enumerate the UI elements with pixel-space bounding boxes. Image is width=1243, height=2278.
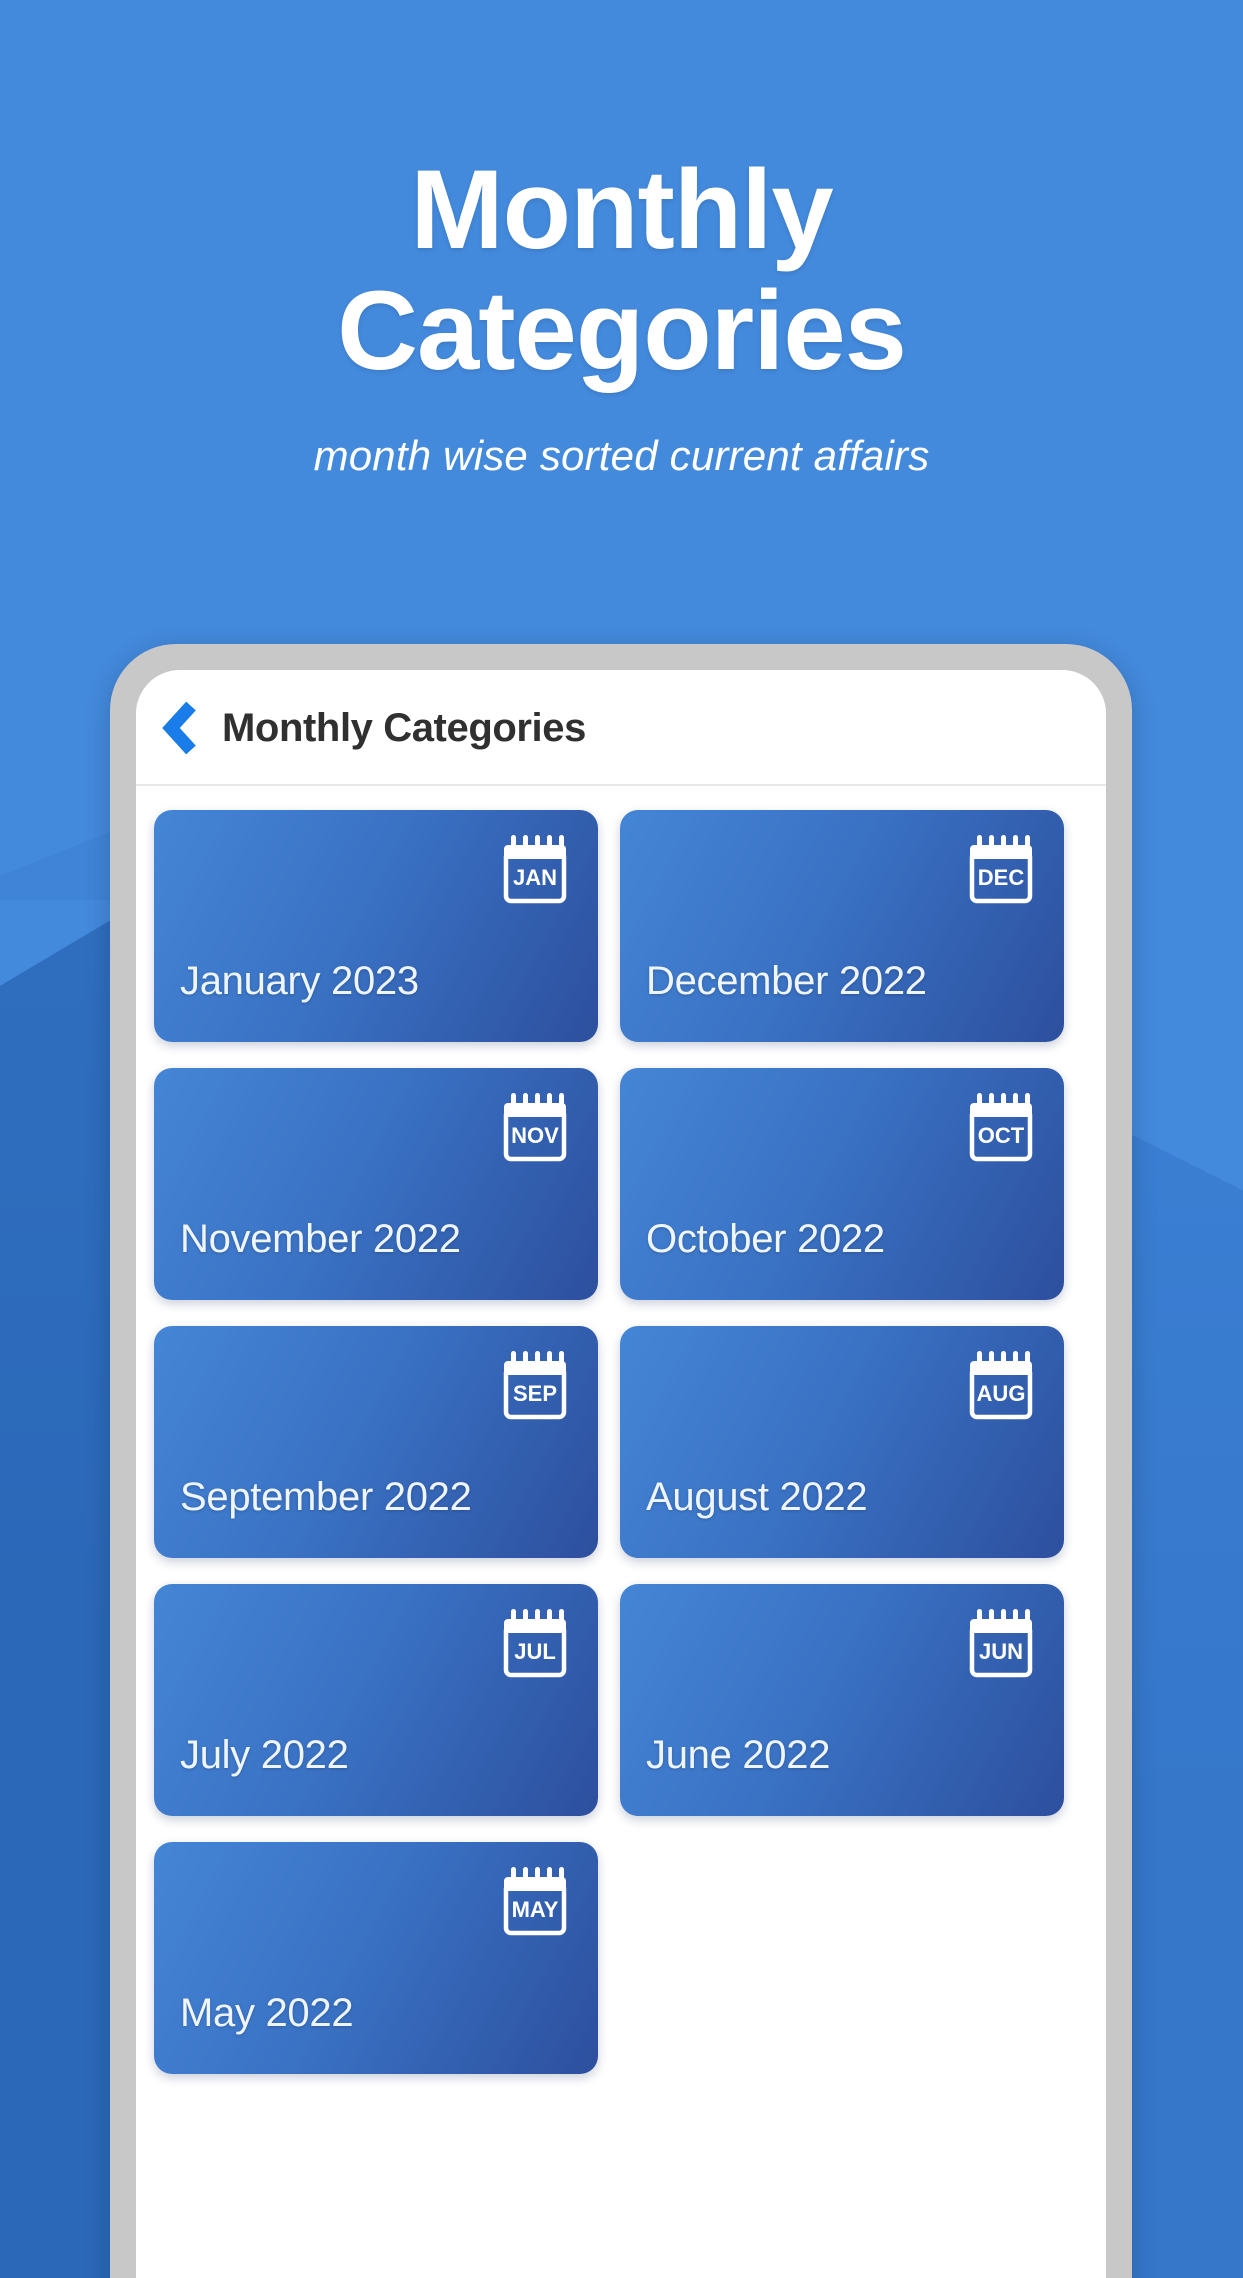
calendar-icon: SEP <box>498 1348 572 1422</box>
month-card-label: September 2022 <box>180 1475 472 1519</box>
svg-text:SEP: SEP <box>513 1381 557 1406</box>
svg-text:OCT: OCT <box>978 1123 1025 1148</box>
phone-mockup-frame: Monthly Categories JAN January 2023 DEC Dec… <box>110 644 1132 2278</box>
calendar-icon: MAY <box>498 1864 572 1938</box>
month-card-label: July 2022 <box>180 1733 349 1777</box>
phone-screen: Monthly Categories JAN January 2023 DEC Dec… <box>136 670 1106 2278</box>
month-card-label: January 2023 <box>180 959 419 1003</box>
month-card[interactable]: OCT October 2022 <box>620 1068 1064 1300</box>
svg-text:AUG: AUG <box>977 1381 1026 1406</box>
chevron-left-icon[interactable] <box>158 700 204 756</box>
hero-subtitle: month wise sorted current affairs <box>313 431 930 479</box>
month-card[interactable]: NOV November 2022 <box>154 1068 598 1300</box>
app-bar: Monthly Categories <box>136 670 1106 786</box>
svg-text:MAY: MAY <box>512 1897 559 1922</box>
calendar-icon: JUL <box>498 1606 572 1680</box>
svg-text:JUN: JUN <box>979 1639 1023 1664</box>
hero-section: Monthly Categories month wise sorted cur… <box>0 0 1243 480</box>
month-card[interactable]: SEP September 2022 <box>154 1326 598 1558</box>
month-card-label: December 2022 <box>646 959 927 1003</box>
month-card[interactable]: DEC December 2022 <box>620 810 1064 1042</box>
month-card[interactable]: JUL July 2022 <box>154 1584 598 1816</box>
hero-title: Monthly Categories <box>0 147 1243 393</box>
svg-text:JUL: JUL <box>514 1639 556 1664</box>
calendar-icon: NOV <box>498 1090 572 1164</box>
calendar-icon: AUG <box>964 1348 1038 1422</box>
svg-text:JAN: JAN <box>513 865 557 890</box>
month-card[interactable]: MAY May 2022 <box>154 1842 598 2074</box>
calendar-icon: JUN <box>964 1606 1038 1680</box>
month-card-label: November 2022 <box>180 1217 461 1261</box>
calendar-icon: OCT <box>964 1090 1038 1164</box>
page-title: Monthly Categories <box>222 705 586 750</box>
svg-text:NOV: NOV <box>511 1123 559 1148</box>
month-card-label: October 2022 <box>646 1217 885 1261</box>
month-card[interactable]: AUG August 2022 <box>620 1326 1064 1558</box>
promo-screenshot: Monthly Categories month wise sorted cur… <box>0 0 1243 2278</box>
hero-title-line-2: Categories <box>337 267 907 393</box>
month-card-label: August 2022 <box>646 1475 868 1519</box>
svg-text:DEC: DEC <box>978 865 1025 890</box>
calendar-icon: DEC <box>964 832 1038 906</box>
month-card-grid: JAN January 2023 DEC December 2022 NOV Novemb… <box>136 786 1106 2074</box>
hero-title-line-1: Monthly <box>410 147 833 272</box>
month-card-label: June 2022 <box>646 1733 831 1777</box>
month-card[interactable]: JAN January 2023 <box>154 810 598 1042</box>
month-card[interactable]: JUN June 2022 <box>620 1584 1064 1816</box>
calendar-icon: JAN <box>498 832 572 906</box>
month-card-label: May 2022 <box>180 1991 354 2035</box>
